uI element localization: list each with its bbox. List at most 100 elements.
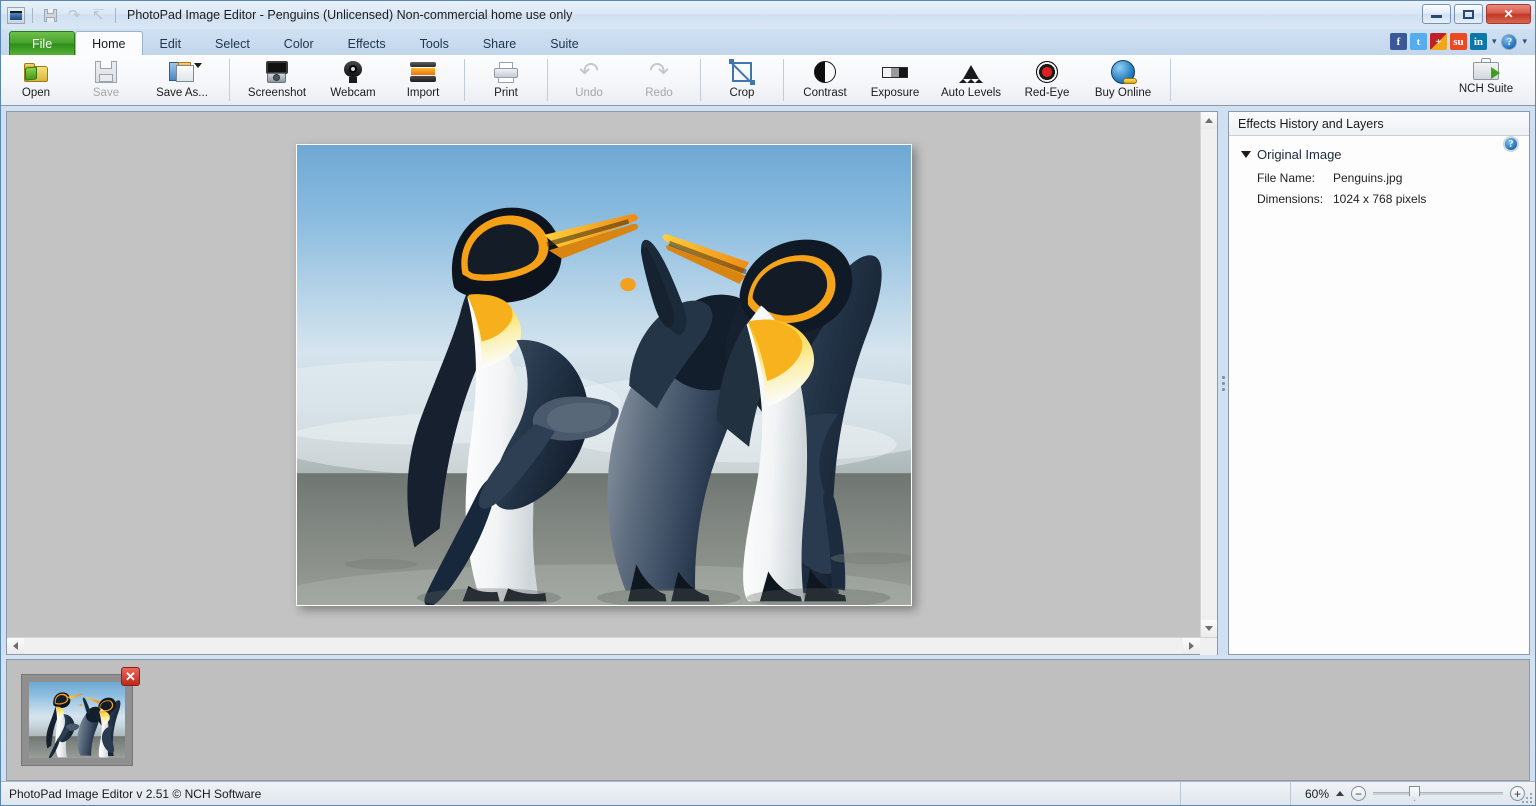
ribbon-group-history: ↶ Undo ↷ Redo xyxy=(554,55,694,105)
chevron-left-icon xyxy=(13,642,18,650)
canvas-horizontal-scrollbar[interactable] xyxy=(7,637,1217,654)
social-share-bar: f t + su in ▾ ? ▾ xyxy=(1390,33,1529,50)
thumbnail-item[interactable]: ✕ xyxy=(21,674,133,766)
red-eye-button[interactable]: Red-Eye xyxy=(1012,55,1082,105)
tab-edit[interactable]: Edit xyxy=(143,31,199,55)
crop-button[interactable]: Crop xyxy=(707,55,777,105)
save-button[interactable]: Save xyxy=(71,55,141,105)
maximize-icon xyxy=(1463,10,1474,19)
buy-online-globe-icon xyxy=(1111,60,1135,84)
qat-redo-button[interactable]: ↸ xyxy=(88,5,108,25)
stumbleupon-icon[interactable]: su xyxy=(1450,33,1467,50)
tab-suite[interactable]: Suite xyxy=(533,31,596,55)
undo-button[interactable]: ↶ Undo xyxy=(554,55,624,105)
twitter-icon[interactable]: t xyxy=(1410,33,1427,50)
panel-body: Original Image ? File Name: Penguins.jpg… xyxy=(1229,136,1529,654)
image-canvas[interactable] xyxy=(7,112,1200,637)
chevron-down-icon[interactable]: ▾ xyxy=(1490,36,1499,47)
scanner-import-icon xyxy=(410,62,436,82)
canvas-row xyxy=(7,112,1217,637)
tab-share[interactable]: Share xyxy=(466,31,533,55)
thumbnail-image[interactable] xyxy=(29,682,125,758)
file-name-label: File Name: xyxy=(1257,171,1333,185)
qat-undo-button[interactable]: ↷ xyxy=(64,5,84,25)
zoom-slider[interactable] xyxy=(1373,786,1503,801)
qat-save-button[interactable] xyxy=(40,5,60,25)
help-button[interactable]: ? xyxy=(1501,34,1517,50)
scroll-left-button[interactable] xyxy=(7,638,24,654)
ribbon-group-capture: Screenshot Webcam Import xyxy=(236,55,458,105)
penguins-photo[interactable] xyxy=(296,144,912,606)
ribbon-separator-6 xyxy=(1170,59,1171,101)
exposure-button-label: Exposure xyxy=(871,87,920,99)
import-button[interactable]: Import xyxy=(388,55,458,105)
googleplus-icon[interactable]: + xyxy=(1430,33,1447,50)
contrast-icon xyxy=(814,61,836,83)
webcam-button[interactable]: Webcam xyxy=(318,55,388,105)
close-button[interactable]: ✕ xyxy=(1486,4,1531,24)
scrollbar-corner xyxy=(1200,638,1217,655)
app-icon[interactable] xyxy=(7,7,25,24)
ribbon-group-adjust: Contrast Exposure Auto Levels Red-Eye Bu… xyxy=(790,55,1164,105)
ribbon-separator-3 xyxy=(547,59,548,101)
exposure-button[interactable]: Exposure xyxy=(860,55,930,105)
qat-separator-2 xyxy=(115,8,116,23)
layer-title: Original Image xyxy=(1257,147,1342,162)
import-button-label: Import xyxy=(407,87,440,99)
nch-suite-button[interactable]: NCH Suite xyxy=(1443,58,1529,95)
maximize-button[interactable] xyxy=(1454,4,1483,24)
ribbon-separator-2 xyxy=(464,59,465,101)
tab-color[interactable]: Color xyxy=(267,31,331,55)
quick-access-toolbar: ↷ ↸ xyxy=(7,5,119,25)
facebook-icon[interactable]: f xyxy=(1390,33,1407,50)
crop-button-label: Crop xyxy=(730,87,755,99)
chevron-down-icon[interactable] xyxy=(1241,151,1251,158)
scroll-right-button[interactable] xyxy=(1183,638,1200,654)
redo-button-label: Redo xyxy=(645,87,673,99)
screenshot-button-label: Screenshot xyxy=(248,87,306,99)
print-button[interactable]: Print xyxy=(471,55,541,105)
buy-online-button[interactable]: Buy Online xyxy=(1082,55,1164,105)
thumbnail-close-button[interactable]: ✕ xyxy=(121,667,140,686)
exposure-icon xyxy=(882,67,908,78)
help-dropdown-icon[interactable]: ▾ xyxy=(1520,36,1529,47)
screenshot-icon xyxy=(264,61,290,83)
save-as-icon xyxy=(169,61,195,83)
panel-help-icon[interactable]: ? xyxy=(1503,136,1519,152)
tab-file[interactable]: File xyxy=(9,31,75,55)
contrast-button[interactable]: Contrast xyxy=(790,55,860,105)
ribbon-toolbar: Open Save Save As... Screenshot Webcam xyxy=(1,55,1535,106)
splitter-grip-icon xyxy=(1222,376,1225,391)
scroll-down-button[interactable] xyxy=(1201,620,1217,637)
tab-home[interactable]: Home xyxy=(75,31,142,55)
auto-levels-button-label: Auto Levels xyxy=(941,87,1001,99)
zoom-up-arrow-icon[interactable] xyxy=(1336,791,1344,796)
open-button-label: Open xyxy=(22,87,50,99)
contrast-button-label: Contrast xyxy=(803,87,846,99)
vertical-scroll-track[interactable] xyxy=(1201,129,1217,620)
zoom-out-button[interactable]: − xyxy=(1351,786,1366,801)
auto-levels-button[interactable]: Auto Levels xyxy=(930,55,1012,105)
layer-original-image[interactable]: Original Image xyxy=(1229,144,1529,164)
canvas-vertical-scrollbar[interactable] xyxy=(1200,112,1217,637)
status-cell-1 xyxy=(1180,782,1290,805)
ribbon-group-print: Print xyxy=(471,55,541,105)
redo-button[interactable]: ↷ Redo xyxy=(624,55,694,105)
tab-effects[interactable]: Effects xyxy=(331,31,403,55)
screenshot-button[interactable]: Screenshot xyxy=(236,55,318,105)
tab-select[interactable]: Select xyxy=(198,31,267,55)
thumbnail-strip: ✕ xyxy=(6,659,1530,781)
scroll-up-button[interactable] xyxy=(1201,112,1217,129)
save-as-button[interactable]: Save As... xyxy=(141,55,223,105)
window-title: PhotoPad Image Editor - Penguins (Unlice… xyxy=(127,8,572,22)
horizontal-scroll-track[interactable] xyxy=(24,638,1183,654)
panel-splitter[interactable] xyxy=(1218,111,1228,655)
minimize-button[interactable] xyxy=(1422,4,1451,24)
chevron-right-icon xyxy=(1189,642,1194,650)
window-resize-grip[interactable] xyxy=(1520,791,1532,803)
linkedin-icon[interactable]: in xyxy=(1470,33,1487,50)
buy-online-button-label: Buy Online xyxy=(1095,87,1151,99)
open-button[interactable]: Open xyxy=(1,55,71,105)
zoom-slider-thumb[interactable] xyxy=(1409,786,1420,801)
tab-tools[interactable]: Tools xyxy=(403,31,466,55)
